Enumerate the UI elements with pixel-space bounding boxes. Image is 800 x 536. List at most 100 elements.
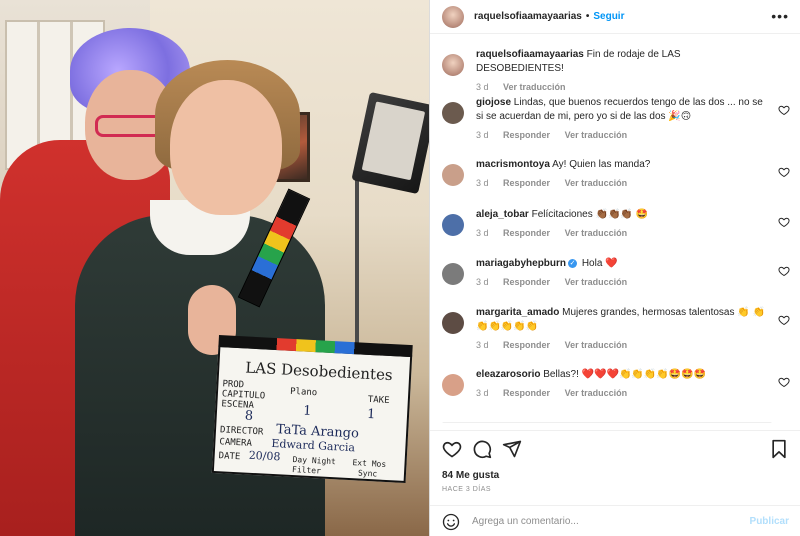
comment-text: Lindas, que buenos recuerdos tengo de la… [476,97,763,122]
comment-body: mariagabyhepburn ✓ Hola ❤️ [476,257,794,271]
comment-meta: 3 d Responder Ver traducción [476,388,794,398]
comment-like-heart-icon[interactable] [778,216,790,228]
clapperboard-escena-value: 8 [244,408,254,424]
caption-meta: 3 d Ver traducción [476,82,794,92]
comment-avatar[interactable] [442,312,464,334]
clapperboard-title: LAS Desobedientes [244,358,394,385]
comment-text: Ay! Quien las manda? [552,159,651,170]
clapperboard-plano-value: 1 [302,403,312,419]
publish-button[interactable]: Publicar [750,516,789,527]
comment-username[interactable]: giojose [476,97,511,108]
clapperboard-filter: Filter [291,465,322,476]
clapperboard-take: TAKE [367,394,390,407]
owner-avatar[interactable] [442,5,464,28]
comment-item: giojose Lindas, que buenos recuerdos ten… [442,96,794,140]
share-icon[interactable] [502,439,522,459]
comment-avatar[interactable] [442,102,464,124]
comment-text: Bellas?! ❤️❤️❤️👏👏👏👏🤩🤩🤩 [543,369,707,380]
comment-item: macrismontoya Ay! Quien las manda? 3 d R… [442,158,794,188]
comment-body: aleja_tobar Felícitaciones 👏🏾👏🏾👏🏾 🤩 [476,208,794,222]
caption: raquelsofiaamayaarias Fin de rodaje de L… [442,48,794,92]
reply-button[interactable]: Responder [503,178,550,188]
reply-button[interactable]: Responder [503,388,550,398]
comment-body: giojose Lindas, que buenos recuerdos ten… [476,96,794,124]
header-separator: • [585,11,590,22]
translate-link[interactable]: Ver traducción [565,340,628,350]
more-options-icon[interactable]: ••• [771,8,789,24]
comment-time[interactable]: 3 d [476,178,489,188]
clapperboard-date: 20/08 [248,448,281,464]
comment-like-heart-icon[interactable] [778,166,790,178]
translate-link[interactable]: Ver traducción [565,178,628,188]
comment-time[interactable]: 3 d [476,340,489,350]
comment-icon[interactable] [472,439,492,459]
clapperboard: LAS Desobedientes PROD CAPITULO ESCENA 8… [211,335,413,483]
comment-item: aleja_tobar Felícitaciones 👏🏾👏🏾👏🏾 🤩 3 d … [442,208,794,238]
heart-icon[interactable] [442,439,462,459]
post-header: raquelsofiaamayaarias • Seguir ••• [430,0,800,34]
comment-avatar[interactable] [442,263,464,285]
reply-button[interactable]: Responder [503,228,550,238]
reply-button[interactable]: Responder [503,130,550,140]
comment-like-heart-icon[interactable] [778,314,790,326]
likes-count[interactable]: 84 Me gusta [442,470,499,481]
bookmark-icon[interactable] [769,439,789,459]
comment-like-heart-icon[interactable] [778,376,790,388]
comment-item-partial [442,422,772,423]
comment-like-heart-icon[interactable] [778,265,790,277]
reply-button[interactable]: Responder [503,340,550,350]
comment-item: margarita_amado Mujeres grandes, hermosa… [442,306,794,350]
comments-list[interactable]: raquelsofiaamayaarias Fin de rodaje de L… [430,40,800,423]
comment-body: eleazarosorio Bellas?! ❤️❤️❤️👏👏👏👏🤩🤩🤩 [476,368,794,382]
comment-meta: 3 d Responder Ver traducción [476,228,794,238]
comment-time[interactable]: 3 d [476,277,489,287]
comment-input[interactable]: Agrega un comentario... [472,516,579,527]
comment-time[interactable]: 3 d [476,228,489,238]
comment-username[interactable]: mariagabyhepburn [476,258,566,269]
caption-body: raquelsofiaamayaarias Fin de rodaje de L… [476,48,794,76]
comment-avatar[interactable] [442,214,464,236]
translate-link[interactable]: Ver traducción [565,277,628,287]
comment-time[interactable]: 3 d [476,388,489,398]
comment-body: margarita_amado Mujeres grandes, hermosa… [476,306,794,334]
person-right-face [170,80,282,215]
caption-translate-link[interactable]: Ver traducción [503,82,566,92]
post-side-panel: raquelsofiaamayaarias • Seguir ••• raque… [429,0,800,536]
comment-username[interactable]: margarita_amado [476,307,559,318]
caption-avatar[interactable] [442,54,464,76]
post-date[interactable]: HACE 3 DÍAS [442,486,491,493]
owner-username[interactable]: raquelsofiaamayaarias [474,11,582,22]
comment-avatar[interactable] [442,374,464,396]
instagram-post: LAS Desobedientes PROD CAPITULO ESCENA 8… [0,0,800,536]
translate-link[interactable]: Ver traducción [565,228,628,238]
comment-item: mariagabyhepburn ✓ Hola ❤️ 3 d Responder … [442,257,794,287]
follow-button[interactable]: Seguir [593,11,624,22]
comment-username[interactable]: macrismontoya [476,159,550,170]
translate-link[interactable]: Ver traducción [565,388,628,398]
clapperboard-plano: Plano [289,386,318,399]
add-comment-bar: Agrega un comentario... Publicar [430,505,800,536]
comment-body: macrismontoya Ay! Quien las manda? [476,158,794,172]
comment-time[interactable]: 3 d [476,130,489,140]
comment-meta: 3 d Responder Ver traducción [476,130,794,140]
comment-meta: 3 d Responder Ver traducción [476,178,794,188]
translate-link[interactable]: Ver traducción [565,130,628,140]
emoji-icon[interactable] [442,513,460,531]
comment-meta: 3 d Responder Ver traducción [476,277,794,287]
comment-like-heart-icon[interactable] [778,104,790,116]
comment-username[interactable]: eleazarosorio [476,369,540,380]
comment-text: Felícitaciones 👏🏾👏🏾👏🏾 🤩 [531,209,649,220]
studio-light [351,91,429,195]
clapperboard-director-label: DIRECTOR [219,425,264,438]
comment-avatar[interactable] [442,164,464,186]
post-photo[interactable]: LAS Desobedientes PROD CAPITULO ESCENA 8… [0,0,429,536]
comment-username[interactable]: aleja_tobar [476,209,529,220]
clapperboard-ext: Ext Mos [352,458,387,469]
clapperboard-take-value: 1 [366,406,376,423]
caption-time[interactable]: 3 d [476,82,489,92]
verified-badge-icon: ✓ [568,258,578,268]
comment-meta: 3 d Responder Ver traducción [476,340,794,350]
reply-button[interactable]: Responder [503,277,550,287]
comment-item: eleazarosorio Bellas?! ❤️❤️❤️👏👏👏👏🤩🤩🤩 3 d… [442,368,794,398]
caption-username[interactable]: raquelsofiaamayaarias [476,49,584,60]
